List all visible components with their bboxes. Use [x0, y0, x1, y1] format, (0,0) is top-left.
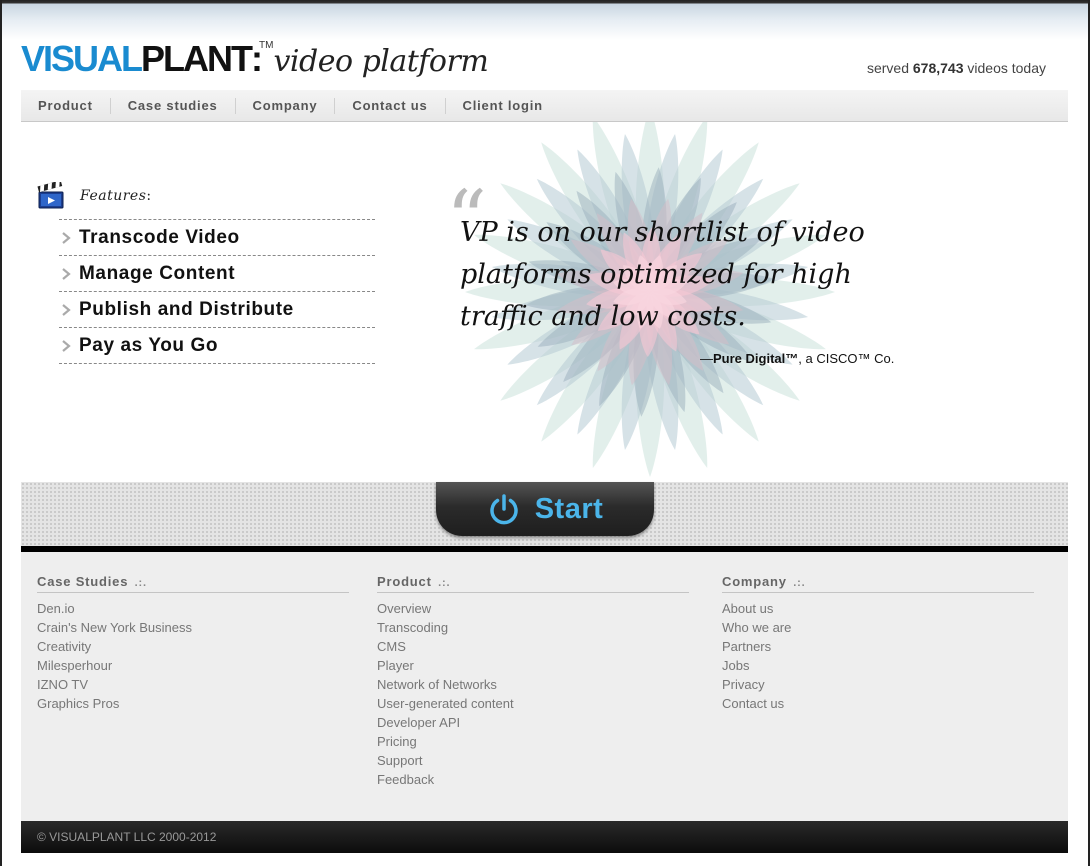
logo-tagline: video platform	[273, 44, 489, 79]
footer-link[interactable]: Pricing	[377, 732, 689, 751]
browser-top-gradient	[0, 0, 1090, 40]
served-count: 678,743	[912, 60, 964, 76]
feature-label: Manage Content	[79, 262, 236, 284]
power-icon	[489, 494, 518, 525]
logo-plant-text: PLANT	[141, 38, 253, 79]
footer-link[interactable]: Milesperhour	[37, 656, 349, 675]
footer-link[interactable]: Overview	[377, 599, 689, 618]
footer-link[interactable]: User-generated content	[377, 694, 689, 713]
footer-link[interactable]: Feedback	[377, 770, 689, 789]
feature-pay-as-you-go[interactable]: Pay as You Go	[59, 328, 375, 364]
frame-border-left	[0, 0, 2, 866]
footer: Case Studies .:. Den.io Crain's New York…	[21, 552, 1068, 821]
copyright-text: © VISUALPLANT LLC 2000-2012	[37, 830, 217, 844]
copyright-bar: © VISUALPLANT LLC 2000-2012	[21, 821, 1068, 853]
footer-link[interactable]: Who we are	[722, 618, 1034, 637]
site-logo[interactable]: VISUALPLANT: TM video platform	[21, 38, 489, 79]
footer-column-company: Company .:. About us Who we are Partners…	[722, 574, 1034, 713]
feature-label: Pay as You Go	[79, 334, 219, 356]
nav-item-case-studies[interactable]: Case studies	[111, 97, 236, 114]
footer-link[interactable]: Support	[377, 751, 689, 770]
footer-link[interactable]: About us	[722, 599, 1034, 618]
served-counter: served 678,743 videos today	[867, 60, 1046, 76]
nav-item-contact-us[interactable]: Contact us	[335, 97, 446, 114]
footer-link[interactable]: Contact us	[722, 694, 1034, 713]
start-label: Start	[534, 492, 604, 525]
start-button[interactable]: Start	[436, 482, 654, 536]
testimonial-quote: VP is on our shortlist of video platform…	[460, 217, 865, 332]
footer-link[interactable]: Crain's New York Business	[37, 618, 349, 637]
chevron-right-icon	[62, 267, 71, 280]
main-nav: Product Case studies Company Contact us …	[21, 90, 1068, 122]
feature-label: Publish and Distribute	[79, 298, 294, 320]
logo-visual-text: VISUAL	[21, 38, 143, 79]
footer-heading: Product .:.	[377, 574, 689, 593]
clapperboard-icon	[37, 182, 64, 209]
footer-link[interactable]: CMS	[377, 637, 689, 656]
feature-label: Transcode Video	[79, 226, 240, 248]
footer-link[interactable]: Creativity	[37, 637, 349, 656]
feature-publish-distribute[interactable]: Publish and Distribute	[59, 292, 375, 328]
chevron-right-icon	[62, 303, 71, 316]
feature-manage-content[interactable]: Manage Content	[59, 256, 375, 292]
nav-item-product[interactable]: Product	[21, 97, 111, 114]
footer-link[interactable]: Graphics Pros	[37, 694, 349, 713]
served-suffix: videos today	[963, 60, 1046, 76]
footer-column-case-studies: Case Studies .:. Den.io Crain's New York…	[37, 574, 349, 713]
footer-link[interactable]: Developer API	[377, 713, 689, 732]
footer-link[interactable]: Transcoding	[377, 618, 689, 637]
nav-item-client-login[interactable]: Client login	[446, 98, 560, 114]
testimonial-attribution: —Pure Digital™, a CISCO™ Co.	[700, 351, 895, 366]
footer-link[interactable]: Network of Networks	[377, 675, 689, 694]
footer-link[interactable]: IZNO TV	[37, 675, 349, 694]
nav-item-company[interactable]: Company	[236, 97, 336, 114]
footer-link[interactable]: Jobs	[722, 656, 1034, 675]
features-list: Transcode Video Manage Content Publish a…	[59, 219, 375, 364]
footer-link[interactable]: Privacy	[722, 675, 1034, 694]
footer-link[interactable]: Den.io	[37, 599, 349, 618]
footer-heading: Case Studies .:.	[37, 574, 349, 593]
features-header: Features:	[37, 182, 152, 210]
features-label: Features:	[80, 188, 152, 204]
logo-trademark: TM	[259, 40, 274, 51]
footer-heading: Company .:.	[722, 574, 1034, 593]
served-prefix: served	[866, 60, 913, 76]
feature-transcode-video[interactable]: Transcode Video	[59, 220, 375, 256]
chevron-right-icon	[62, 339, 71, 352]
footer-column-product: Product .:. Overview Transcoding CMS Pla…	[377, 574, 689, 789]
footer-link[interactable]: Partners	[722, 637, 1034, 656]
chevron-right-icon	[62, 231, 71, 244]
footer-link[interactable]: Player	[377, 656, 689, 675]
